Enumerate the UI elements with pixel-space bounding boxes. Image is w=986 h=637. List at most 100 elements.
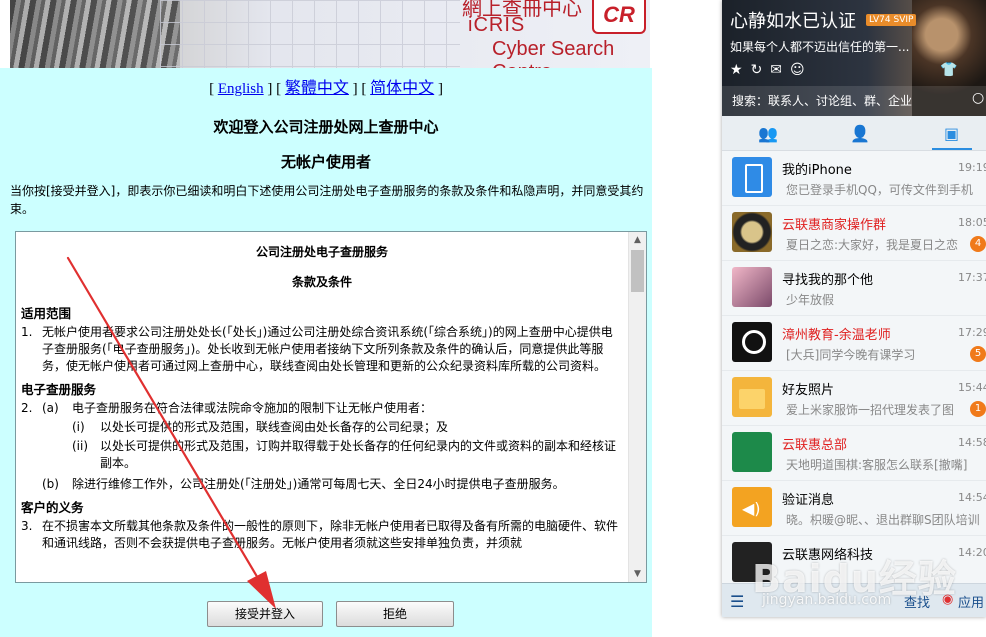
app-button[interactable]: 应用	[958, 592, 984, 611]
terms-item-number: 3.	[21, 519, 33, 533]
scroll-down-arrow-icon[interactable]: ▼	[629, 566, 646, 582]
qq-main-panel: 心静如水已认证 LV74 SVIP 如果每个人都不迈出信任的第一... ★ ↻ ✉ ☺…	[722, 0, 986, 617]
item-message: 夏日之恋:大家好，我是夏日之恋	[786, 238, 959, 252]
unread-badge: 5	[970, 346, 986, 362]
banner-icris: iCRIS	[468, 14, 526, 36]
terms-title: 公司注册处电子查册服务	[255, 245, 388, 259]
terms-item-2a-i: (i) 以处长可提供的形式及范围，联线查阅由处长备存的公司纪录；及	[16, 419, 628, 436]
qq-toolbar: ★ ↻ ✉ ☺	[730, 62, 813, 78]
qq-tab-bar: 👥 👤 ▣	[722, 116, 986, 151]
qq-signature[interactable]: 如果每个人都不迈出信任的第一...	[730, 38, 909, 55]
terms-item-number: 1.	[21, 325, 33, 339]
item-name: 漳州教育-余温老师	[782, 328, 891, 343]
cr-logo: CR	[592, 0, 646, 34]
group-avatar	[732, 432, 772, 472]
star-icon[interactable]: ★	[730, 62, 743, 78]
item-message: 您已登录手机QQ，可传文件到手机	[786, 183, 973, 197]
find-button[interactable]: 查找	[904, 592, 930, 611]
unread-badge: 1	[970, 401, 986, 417]
terms-item-text: 以处长可提供的形式及范围，联线查阅由处长备存的公司纪录；及	[100, 420, 449, 434]
item-time: 14:20	[958, 546, 986, 559]
item-name: 好友照片	[782, 383, 835, 398]
item-name: 寻找我的那个他	[782, 273, 874, 288]
list-item[interactable]: 我的iPhone 您已登录手机QQ，可传文件到手机 19:19	[722, 151, 986, 206]
gift-icon[interactable]: ☺	[790, 62, 805, 78]
list-item[interactable]: 好友照片 爱上米家服饰一招代理发表了图 15:44 1	[722, 371, 986, 426]
mail-icon[interactable]: ✉	[770, 62, 782, 78]
terms-item-number: (i)	[72, 420, 85, 434]
lang-english-link[interactable]: English	[218, 81, 264, 97]
terms-scroll-box[interactable]: 公司注册处电子查册服务 条款及条件 适用范围 1. 无帐户使用者要求公司注册处处…	[15, 231, 647, 583]
item-time: 19:19	[958, 161, 986, 174]
terms-section-service: 电子查册服务	[21, 382, 97, 397]
list-item[interactable]: 云联惠总部 天地明道围棋:客服怎么联系[撤嘴] 14:58	[722, 426, 986, 481]
intro-text: 当你按[接受并登入]，即表示你已细读和明白下述使用公司注册处电子查册服务的条款及…	[10, 184, 644, 216]
unread-badge: 4	[970, 236, 986, 252]
item-name: 云联惠商家操作群	[782, 218, 887, 233]
tab-groups-icon[interactable]: 👤	[850, 124, 870, 143]
item-message: 晓。枳暖@昵、、退出群聊S团队培训	[786, 513, 980, 527]
terms-item-2: 2. (a) 电子查册服务在符合法律或法院命令施加的限制下让无帐户使用者：	[16, 400, 628, 417]
qq-recent-list: 我的iPhone 您已登录手机QQ，可传文件到手机 19:19 云联惠商家操作群…	[722, 151, 986, 591]
terms-item-text: 以处长可提供的形式及范围，订购并取得载于处长备存的任何纪录内的文件或资料的副本和…	[100, 439, 617, 470]
item-message: 少年放假	[786, 293, 835, 307]
site-banner: 網上查冊中心 iCRIS Cyber Search Centre CR	[10, 0, 650, 68]
qq-search-bar[interactable]: 搜索：联系人、讨论组、群、企业 ○	[722, 86, 986, 116]
lang-traditional-link[interactable]: 繁體中文	[285, 80, 349, 97]
banner-city-photo	[10, 0, 180, 68]
language-bar: [ English ] [ 繁體中文 ] [ 简体中文 ]	[0, 74, 652, 98]
list-item[interactable]: 寻找我的那个他 少年放假 17:37	[722, 261, 986, 316]
terms-scrollbar[interactable]: ▲ ▼	[628, 232, 646, 582]
terms-item-text: 无帐户使用者要求公司注册处处长(「处长」)通过公司注册处综合资讯系统(「综合系统…	[42, 325, 613, 373]
menu-icon[interactable]: ☰	[730, 592, 744, 611]
terms-content: 公司注册处电子查册服务 条款及条件 适用范围 1. 无帐户使用者要求公司注册处处…	[16, 232, 628, 582]
qq-nickname[interactable]: 心静如水已认证	[730, 7, 856, 33]
terms-item-3: 3. 在不损害本文所载其他条款及条件的一般性的原则下，除非无帐户使用者已取得及备…	[16, 518, 628, 552]
accept-login-button[interactable]: 接受并登入	[207, 601, 323, 627]
item-name: 验证消息	[782, 493, 835, 508]
scroll-up-arrow-icon[interactable]: ▲	[629, 232, 646, 248]
user-avatar	[732, 267, 772, 307]
login-page: [ English ] [ 繁體中文 ] [ 简体中文 ] 欢迎登入公司注册处网…	[0, 68, 652, 637]
reject-button[interactable]: 拒绝	[336, 601, 454, 627]
terms-item-text: 在不损害本文所载其他条款及条件的一般性的原则下，除非无帐户使用者已取得及备有所需…	[42, 519, 619, 550]
banner-cyber-search: Cyber Search Centre	[492, 38, 615, 68]
page-title: 欢迎登入公司注册处网上查册中心	[213, 118, 439, 136]
folder-photo-icon	[732, 377, 772, 417]
scroll-thumb[interactable]	[631, 250, 644, 292]
terms-item-2b: (b) 除进行维修工作外，公司注册处(「注册处」)通常可每周七天、全日24小时提…	[16, 476, 628, 493]
search-icon[interactable]: ○	[972, 90, 984, 106]
terms-item-1: 1. 无帐户使用者要求公司注册处处长(「处长」)通过公司注册处综合资讯系统(「综…	[16, 324, 628, 375]
item-time: 15:44	[958, 381, 986, 394]
terms-section-scope: 适用范围	[21, 306, 72, 321]
item-time: 18:05	[958, 216, 986, 229]
list-item[interactable]: ◀) 验证消息 晓。枳暖@昵、、退出群聊S团队培训 14:54	[722, 481, 986, 536]
item-name: 云联惠网络科技	[782, 548, 874, 563]
terms-item-text: 电子查册服务在符合法律或法院命令施加的限制下让无帐户使用者：	[72, 401, 433, 415]
list-item[interactable]: 漳州教育-余温老师 [大兵]同学今晚有课学习 17:29 5	[722, 316, 986, 371]
banner-grid	[160, 0, 460, 68]
item-message: [大兵]同学今晚有课学习	[786, 348, 916, 362]
list-item[interactable]: 云联惠商家操作群 夏日之恋:大家好，我是夏日之恋 18:05 4	[722, 206, 986, 261]
item-time: 14:54	[958, 491, 986, 504]
lang-simplified-link[interactable]: 简体中文	[370, 80, 434, 97]
qq-toolbar-right: 👕	[940, 62, 957, 78]
item-name: 我的iPhone	[782, 163, 852, 178]
app-icon[interactable]: ◉	[942, 592, 953, 607]
tab-recent-icon[interactable]: ▣	[944, 124, 959, 143]
terms-subtitle: 条款及条件	[291, 275, 352, 289]
item-time: 14:58	[958, 436, 986, 449]
sync-icon[interactable]: ↻	[751, 62, 763, 78]
qq-bottom-bar: ☰ 查找 ◉ 应用	[722, 583, 986, 617]
terms-item-text: 除进行维修工作外，公司注册处(「注册处」)通常可每周七天、全日24小时提供电子查…	[72, 477, 565, 491]
skin-icon[interactable]: 👕	[940, 62, 957, 78]
lang-bracket: ]	[437, 81, 443, 97]
tab-active-indicator	[932, 148, 972, 150]
lang-bracket: ] [	[352, 81, 367, 97]
qq-search-input[interactable]: 搜索：联系人、讨论组、群、企业	[732, 92, 912, 109]
phone-icon	[732, 157, 772, 197]
lang-bracket: ] [	[267, 81, 282, 97]
group-avatar	[732, 542, 772, 582]
tab-contacts-icon[interactable]: 👥	[758, 124, 778, 143]
item-time: 17:37	[958, 271, 986, 284]
